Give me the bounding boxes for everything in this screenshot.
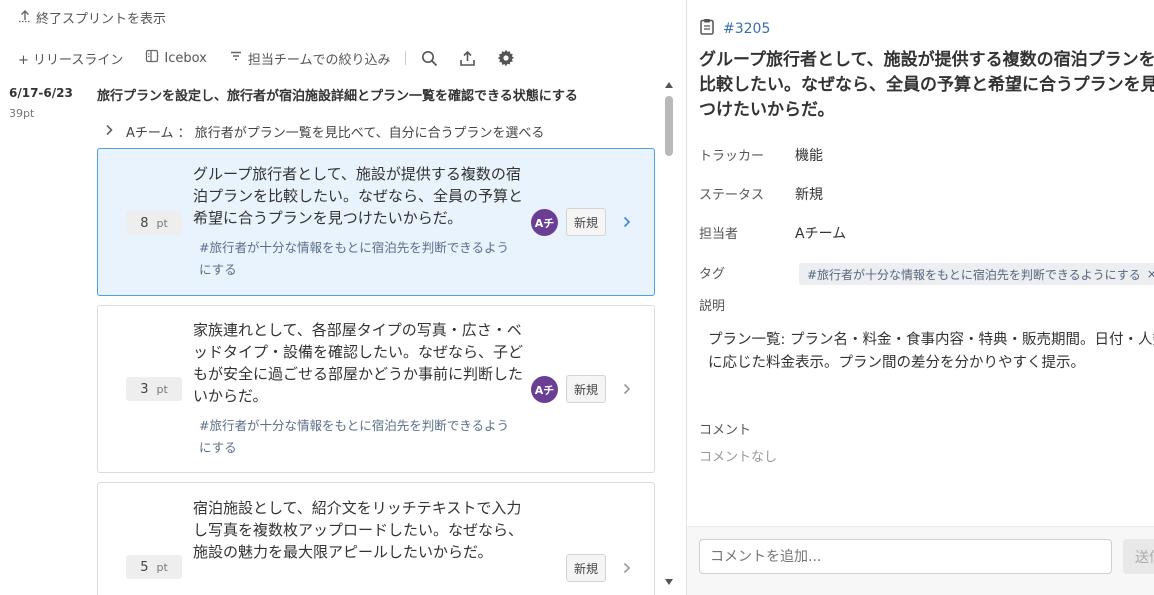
chevron-right-icon[interactable]	[620, 215, 634, 229]
story-card[interactable]: 8 pt グループ旅行者として、施設が提供する複数の宿泊プランを比較したい。なぜ…	[97, 148, 655, 296]
scroll-down-arrow-icon[interactable]	[665, 579, 673, 585]
send-comment-button[interactable]: 送信	[1123, 539, 1154, 574]
scroll-up-arrow-icon[interactable]	[665, 82, 673, 88]
settings-gear-icon[interactable]	[496, 48, 516, 68]
add-release-line-button[interactable]: + リリースライン	[18, 49, 123, 68]
export-icon[interactable]	[458, 48, 478, 68]
icebox-button[interactable]: Icebox	[145, 49, 207, 67]
no-comments-text: コメントなし	[699, 450, 778, 465]
tag-label: タグ	[699, 267, 726, 282]
team-group-toggle[interactable]: Aチーム ： 旅行者がプラン一覧を見比べて、自分に合うプランを選べる	[104, 122, 544, 141]
team-group-label: Aチーム ： 旅行者がプラン一覧を見比べて、自分に合うプランを選べる	[126, 126, 545, 141]
assignee-avatar: Aチ	[531, 376, 558, 403]
comments-label: コメント	[699, 423, 752, 438]
toolbar: + リリースライン Icebox 担当チームでの絞り込み	[18, 48, 534, 68]
story-points-badge: 8 pt	[126, 211, 182, 235]
description-label: 説明	[699, 299, 726, 314]
scrollbar-thumb[interactable]	[665, 96, 673, 156]
tracker-value[interactable]: 機能	[795, 145, 823, 165]
sprint-goal-title: 旅行プランを設定し、旅行者が宿泊施設詳細とプラン一覧を確認できる状態にする	[97, 89, 578, 104]
show-ended-sprints-label: 終了スプリントを表示	[36, 12, 167, 27]
story-points-value: 3	[140, 381, 149, 397]
story-points-unit: pt	[156, 216, 168, 230]
story-points-value: 5	[140, 559, 149, 575]
story-points-badge: 5 pt	[126, 555, 182, 579]
icebox-label: Icebox	[164, 50, 207, 66]
story-description: グループ旅行者として、施設が提供する複数の宿泊プランを比較したい。なぜなら、全員…	[193, 165, 524, 227]
show-ended-sprints-toggle[interactable]: 終了スプリントを表示	[18, 8, 166, 27]
tag-chip[interactable]: #旅行者が十分な情報をもとに宿泊先を判断できるようにする ×	[799, 263, 1154, 285]
story-tag: #旅行者が十分な情報をもとに宿泊先を判断できるようにする	[199, 418, 509, 455]
filter-icon	[229, 49, 243, 67]
chevron-right-icon[interactable]	[620, 561, 634, 575]
team-filter-label: 担当チームでの絞り込み	[247, 52, 391, 68]
status-badge: 新規	[566, 375, 606, 403]
comment-input[interactable]	[699, 539, 1112, 574]
status-badge: 新規	[566, 554, 606, 582]
issue-detail-pane: #3205 グループ旅行者として、施設が提供する複数の宿泊プランを比較したい。な…	[686, 0, 1154, 595]
assignee-label: 担当者	[699, 227, 739, 242]
sprint-points: 39pt	[9, 107, 35, 120]
toolbar-divider	[404, 51, 406, 65]
status-badge: 新規	[566, 208, 606, 236]
status-value[interactable]: 新規	[795, 184, 823, 204]
release-line-label: + リリースライン	[18, 52, 124, 68]
story-points-unit: pt	[156, 382, 168, 396]
scrollbar[interactable]	[664, 82, 674, 585]
clipboard-icon	[699, 18, 715, 39]
tracker-label: トラッカー	[699, 149, 765, 164]
chevron-right-icon	[104, 124, 114, 140]
story-list-pane: 終了スプリントを表示 + リリースライン Icebox 担当チームでの絞り込み	[0, 0, 686, 595]
sprint-date: 6/17-6/23	[9, 86, 73, 100]
issue-title: グループ旅行者として、施設が提供する複数の宿泊プランを比較したい。なぜなら、全員…	[699, 50, 1154, 120]
story-tag: #旅行者が十分な情報をもとに宿泊先を判断できるようにする	[199, 240, 509, 277]
comment-footer: 送信	[687, 526, 1154, 595]
story-points-value: 8	[140, 215, 149, 231]
description-text[interactable]: プラン一覧: プラン名・料金・食事内容・特典・販売期間。日付・人数に応じた料金表…	[708, 329, 1154, 375]
chevron-right-icon[interactable]	[620, 382, 634, 396]
issue-id: #3205	[699, 18, 770, 39]
tag-remove-icon[interactable]: ×	[1147, 267, 1154, 281]
assignee-value[interactable]: Aチーム	[795, 223, 846, 243]
tag-chip-text: #旅行者が十分な情報をもとに宿泊先を判断できるようにする	[807, 267, 1141, 282]
story-points-badge: 3 pt	[126, 377, 182, 401]
story-card[interactable]: 5 pt 宿泊施設として、紹介文をリッチテキストで入力し写真を複数枚アップロード…	[97, 482, 655, 595]
story-points-unit: pt	[156, 560, 168, 574]
search-icon[interactable]	[420, 48, 440, 68]
status-label: ステータス	[699, 188, 765, 203]
assignee-avatar: Aチ	[531, 209, 558, 236]
icebox-icon	[145, 49, 159, 67]
upload-arrow-icon	[18, 9, 32, 27]
team-filter-button[interactable]: 担当チームでの絞り込み	[229, 49, 391, 68]
story-description: 家族連れとして、各部屋タイプの写真・広さ・ベッドタイプ・設備を確認したい。なぜな…	[193, 321, 524, 405]
story-description: 宿泊施設として、紹介文をリッチテキストで入力し写真を複数枚アップロードしたい。な…	[193, 499, 524, 561]
issue-id-text[interactable]: #3205	[723, 21, 770, 37]
story-card[interactable]: 3 pt 家族連れとして、各部屋タイプの写真・広さ・ベッドタイプ・設備を確認した…	[97, 305, 655, 473]
